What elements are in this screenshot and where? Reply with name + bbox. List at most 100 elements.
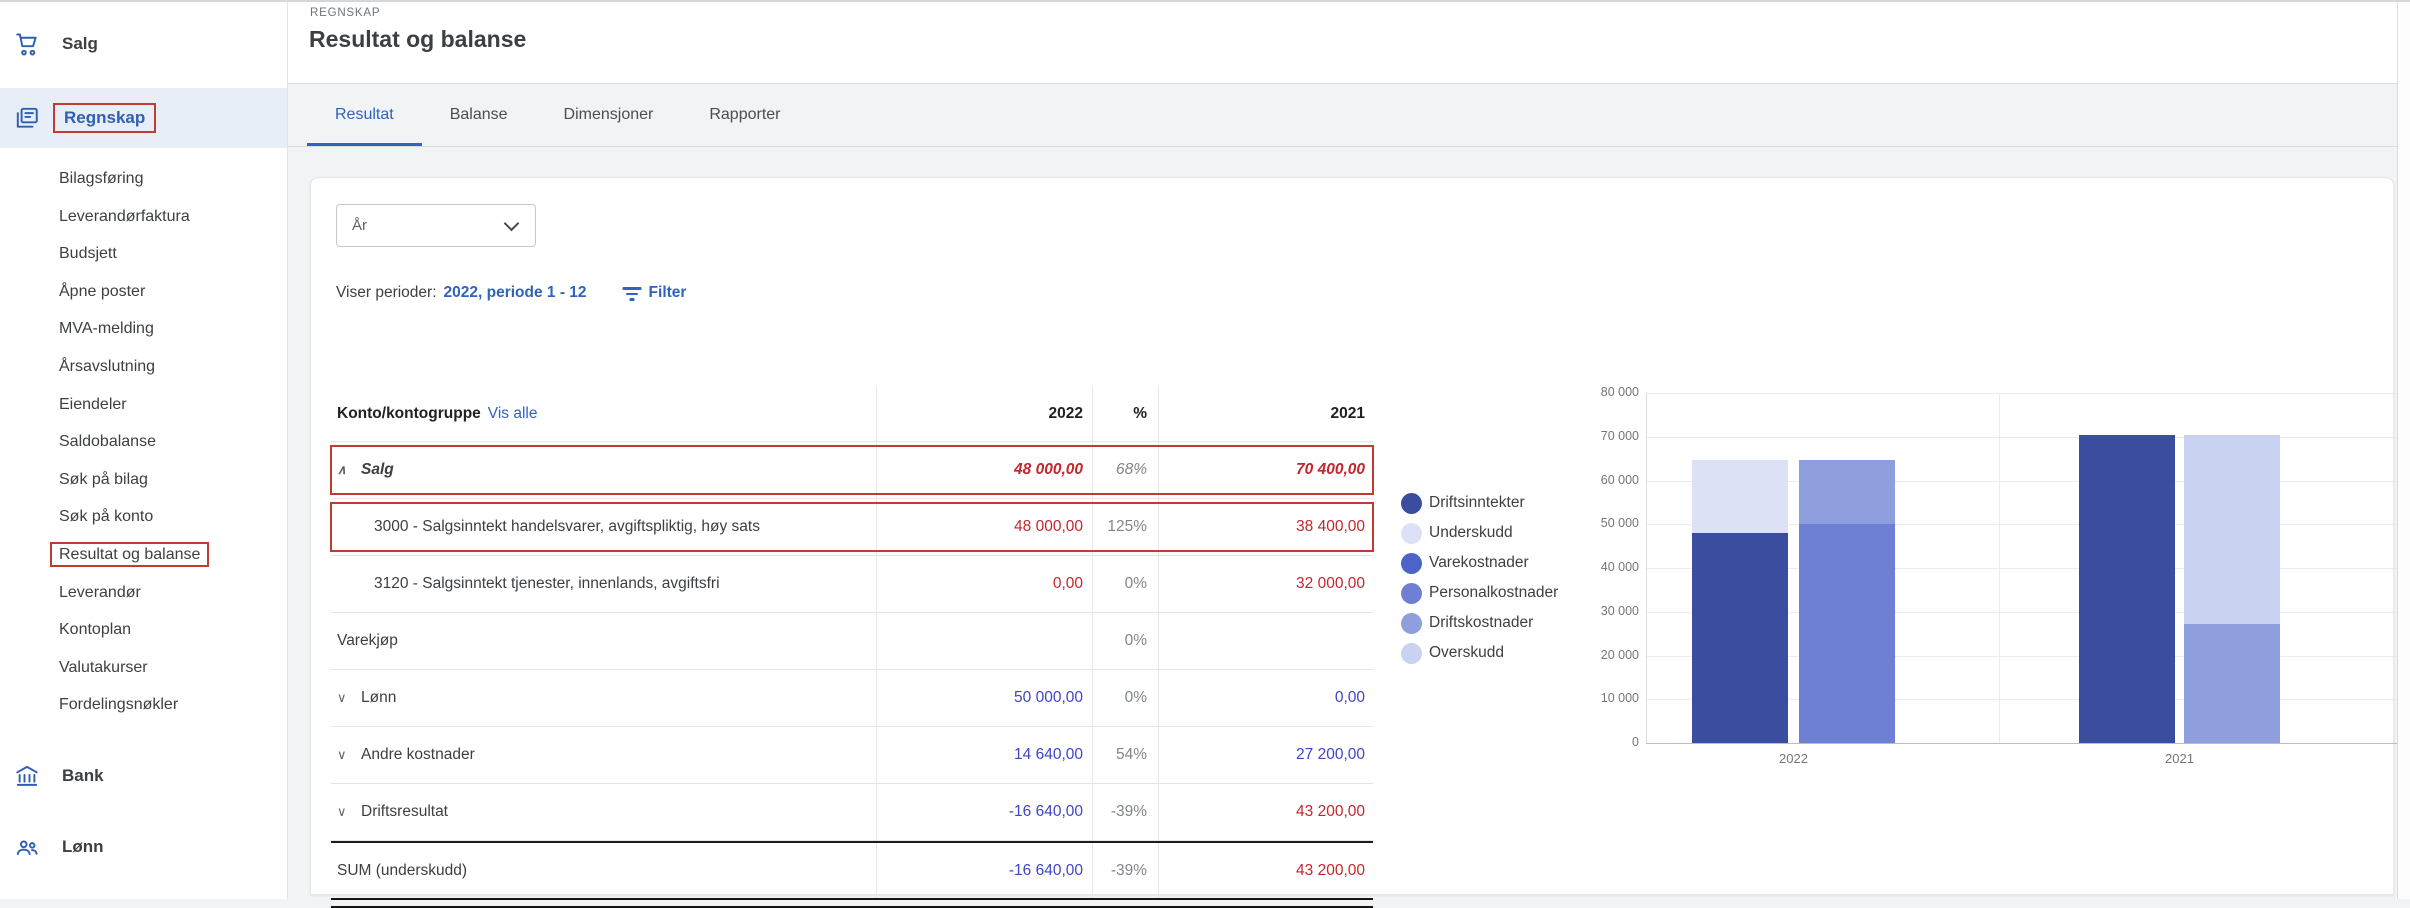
sidebar-item-årsavslutning[interactable]: Årsavslutning [0,348,287,386]
tab-rapporter[interactable]: Rapporter [681,84,808,146]
y-tick-label: 80 000 [1583,385,1639,399]
period-type-dropdown-value: År [352,217,506,234]
tab-bar: ResultatBalanseDimensjonerRapporter [288,84,2398,147]
sidebar-item-mva-melding[interactable]: MVA-melding [0,310,287,348]
filter-button[interactable]: Filter [623,284,687,302]
legend-item-driftsinntekter[interactable]: Driftsinntekter [1401,488,1558,518]
row-chevron-icon[interactable]: ∧ [337,462,361,478]
legend-label: Personalkostnader [1429,584,1558,602]
x-tick-label-2022: 2022 [1754,751,1834,766]
sidebar-item-søk-på-bilag[interactable]: Søk på bilag [0,461,287,499]
chart-vertical-line [1999,393,2000,743]
tab-balanse[interactable]: Balanse [422,84,536,146]
sidebar-item-resultat-og-balanse[interactable]: Resultat og balanse [0,536,287,574]
sidebar-item-bilagsføring[interactable]: Bilagsføring [0,160,287,198]
tab-dimensjoner[interactable]: Dimensjoner [536,84,682,146]
y-tick-label: 20 000 [1583,648,1639,662]
showing-periods-label: Viser perioder: [336,284,437,302]
bar-driftskostnader-2022 [1799,460,1895,524]
value-2021 [1158,613,1373,669]
sidebar-item-søk-på-konto[interactable]: Søk på konto [0,498,287,536]
bar-overskudd-2021 [2184,435,2280,624]
value-2021: 0,00 [1158,670,1373,726]
y-tick-label: 10 000 [1583,691,1639,705]
period-type-dropdown[interactable]: År [336,204,536,247]
sidebar-item-leverandør[interactable]: Leverandør [0,574,287,612]
row-chevron-icon[interactable]: ∨ [337,747,361,763]
table-row-varekjøp[interactable]: Varekjøp 0% [331,613,1373,670]
row-label: Salg [361,461,394,479]
row-label: Andre kostnader [361,746,475,764]
bank-icon [14,763,40,789]
sidebar-item-eiendeler[interactable]: Eiendeler [0,386,287,424]
sidebar-item-bank[interactable]: Bank [0,753,287,799]
page-title: Resultat og balanse [309,26,526,53]
vis-alle-link[interactable]: Vis alle [488,405,538,423]
table-row-driftsresultat[interactable]: ∨Driftsresultat -16 640,00 -39% 43 200,0… [331,784,1373,841]
sidebar-item-valutakurser[interactable]: Valutakurser [0,649,287,687]
legend-item-personalkostnader[interactable]: Personalkostnader [1401,578,1558,608]
shopping-cart-icon [14,31,40,57]
row-label: 3000 - Salgsinntekt handelsvarer, avgift… [374,518,760,536]
value-percent: 0% [1092,613,1158,669]
legend-label: Driftsinntekter [1429,494,1525,512]
value-2022: 48 000,00 [876,499,1092,555]
value-2022: 14 640,00 [876,727,1092,783]
table-row-lønn[interactable]: ∨Lønn 50 000,00 0% 0,00 [331,670,1373,727]
table-row-salg[interactable]: ∧Salg 48 000,00 68% 70 400,00 [331,442,1373,499]
table-row-3000[interactable]: 3000 - Salgsinntekt handelsvarer, avgift… [331,499,1373,556]
legend-swatch [1401,583,1422,604]
content-card: År Viser perioder: 2022, periode 1 - 12 … [310,177,2394,895]
row-chevron-icon[interactable]: ∨ [337,804,361,820]
value-2021: 32 000,00 [1158,556,1373,612]
y-tick-label: 50 000 [1583,516,1639,530]
table-row-andre[interactable]: ∨Andre kostnader 14 640,00 54% 27 200,00 [331,727,1373,784]
y-tick-label: 60 000 [1583,473,1639,487]
table-row-3120[interactable]: 3120 - Salgsinntekt tjenester, innenland… [331,556,1373,613]
sidebar-item-åpne-poster[interactable]: Åpne poster [0,273,287,311]
legend-item-underskudd[interactable]: Underskudd [1401,518,1558,548]
value-2022: -16 640,00 [876,843,1092,898]
sidebar-item-leverandørfaktura[interactable]: Leverandørfaktura [0,198,287,236]
legend-item-driftskostnader[interactable]: Driftskostnader [1401,608,1558,638]
legend-item-overskudd[interactable]: Overskudd [1401,638,1558,668]
sidebar-item-budsjett[interactable]: Budsjett [0,235,287,273]
sidebar-item-regnskap[interactable]: Regnskap [0,89,287,148]
value-2022: 50 000,00 [876,670,1092,726]
legend-item-varekostnader[interactable]: Varekostnader [1401,548,1558,578]
value-percent: 0% [1092,556,1158,612]
y-gridline-70000 [1646,437,2399,438]
legend-swatch [1401,613,1422,634]
value-2022: -16 640,00 [876,784,1092,840]
legend-label: Varekostnader [1429,554,1529,572]
tab-resultat[interactable]: Resultat [307,84,422,146]
y-tick-label: 30 000 [1583,604,1639,618]
sidebar-item-salg[interactable]: Salg [0,0,287,89]
row-label: Driftsresultat [361,803,448,821]
value-percent: -39% [1092,784,1158,840]
bar-chart: 010 00020 00030 00040 00050 00060 00070 … [1583,384,2403,784]
value-2021: 43 200,00 [1158,784,1373,840]
table-sum-double-line [331,898,1373,908]
row-chevron-icon[interactable]: ∨ [337,690,361,706]
bar-driftskostnader-2021 [2184,624,2280,743]
row-label: Varekjøp [337,632,398,650]
table-row-sum[interactable]: SUM (underskudd) -16 640,00 -39% 43 200,… [331,841,1373,898]
sidebar-item-lonn[interactable]: Lønn [0,824,287,870]
value-2022: 48 000,00 [876,442,1092,498]
ledger-icon [14,105,40,131]
legend-label: Underskudd [1429,524,1513,542]
result-table: Konto/kontogruppe Vis alle 2022 % 2021 ∧… [331,386,1373,908]
bar-driftsinntekter-2022 [1692,533,1788,743]
sidebar-item-fordelingsnøkler[interactable]: Fordelingsnøkler [0,686,287,724]
main-area: REGNSKAP Resultat og balanse ResultatBal… [288,0,2398,899]
y-gridline-0 [1646,743,2399,744]
period-range-link[interactable]: 2022, periode 1 - 12 [444,284,587,302]
row-label: 3120 - Salgsinntekt tjenester, innenland… [374,575,720,593]
value-percent: 125% [1092,499,1158,555]
period-line: Viser perioder: 2022, periode 1 - 12 Fil… [336,281,686,305]
sidebar-item-kontoplan[interactable]: Kontoplan [0,611,287,649]
sidebar-item-saldobalanse[interactable]: Saldobalanse [0,423,287,461]
y-tick-label: 0 [1583,735,1639,749]
vertical-scrollbar[interactable] [2397,0,2410,899]
